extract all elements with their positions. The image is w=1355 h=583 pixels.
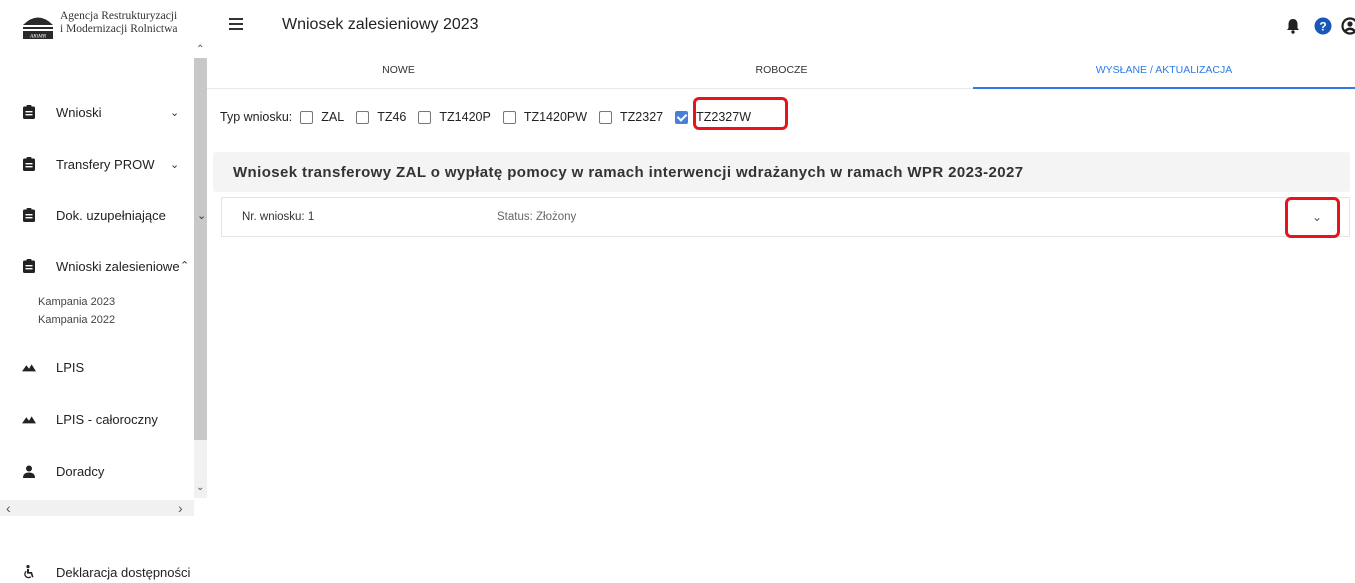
sidebar-item-label: Transfery PROW	[56, 156, 155, 172]
sidebar-item-label: Deklaracja dostępności	[56, 564, 191, 580]
sidebar-item-transfery-prow[interactable]: Transfery PROW ⌄	[22, 153, 179, 175]
terrain-icon	[22, 411, 36, 427]
tab-robocze[interactable]: ROBOCZE	[590, 52, 973, 89]
scroll-left-arrow-icon[interactable]: ‹	[6, 500, 11, 516]
checkbox-icon[interactable]	[356, 110, 370, 124]
checkbox-icon[interactable]	[502, 110, 516, 124]
application-status: Status: Złożony	[497, 211, 577, 223]
filter-checkbox-tz46[interactable]: TZ46	[356, 110, 406, 124]
sidebar-item-doradcy[interactable]: Doradcy	[22, 460, 104, 482]
sidebar-subitem-kampania-2022[interactable]: Kampania 2022	[38, 314, 115, 326]
tab-wyslane-aktualizacja[interactable]: WYSŁANE / AKTUALIZACJA	[973, 52, 1355, 89]
highlight-frame	[693, 97, 788, 130]
section-title: Wniosek transferowy ZAL o wypłatę pomocy…	[233, 164, 1024, 181]
sidebar-item-wnioski-zalesieniowe[interactable]: Wnioski zalesieniowe ⌃	[22, 255, 189, 277]
top-header: Wniosek zalesieniowy 2023 ?	[207, 0, 1355, 52]
arimr-logo-icon: ARiMR	[22, 10, 54, 40]
sidebar-item-lpis-caloroczny[interactable]: LPIS - całoroczny	[22, 408, 158, 430]
checkbox-label: TZ1420P	[439, 110, 491, 124]
checkbox-checked-icon[interactable]	[675, 110, 689, 124]
checkbox-label: TZ46	[377, 110, 407, 124]
brand-logo[interactable]: ARiMR Agencja Restrukturyzacji i Moderni…	[22, 10, 178, 40]
sidebar-item-lpis[interactable]: LPIS	[22, 356, 84, 378]
highlight-frame	[1285, 197, 1340, 238]
scroll-right-arrow-icon[interactable]: ›	[178, 500, 183, 516]
filter-checkbox-zal[interactable]: ZAL	[300, 110, 344, 124]
page-title: Wniosek zalesieniowy 2023	[282, 16, 479, 33]
sidebar-item-label: Doradcy	[56, 463, 105, 479]
checkbox-label: TZ1420PW	[523, 110, 588, 124]
app: ARiMR Agencja Restrukturyzacji i Moderni…	[0, 0, 1355, 583]
scroll-up-arrow-icon[interactable]: ⌃	[196, 44, 204, 55]
brand-name: Agencja Restrukturyzacji i Modernizacji …	[60, 10, 178, 36]
clipboard-icon	[22, 104, 36, 120]
brand-line-2: i Modernizacji Rolnictwa	[60, 23, 178, 35]
bell-icon[interactable]	[1284, 17, 1302, 35]
sidebar-scroll-thumb[interactable]	[194, 58, 207, 440]
chevron-up-icon[interactable]: ⌃	[180, 259, 189, 272]
clipboard-icon	[22, 258, 36, 274]
sidebar-item-deklaracja-dostepnosci[interactable]: Deklaracja dostępności	[22, 561, 190, 583]
checkbox-icon[interactable]	[599, 110, 613, 124]
brand-line-1: Agencja Restrukturyzacji	[60, 10, 178, 22]
sidebar: ARiMR Agencja Restrukturyzacji i Moderni…	[0, 0, 207, 583]
svg-text:?: ?	[1319, 19, 1326, 33]
clipboard-icon	[22, 207, 36, 223]
checkbox-icon[interactable]	[418, 110, 432, 124]
sidebar-item-dok-uzupelniajace[interactable]: Dok. uzupełniające ⌄	[22, 204, 206, 226]
sidebar-item-label: Wnioski zalesieniowe	[56, 258, 180, 274]
chevron-down-icon[interactable]: ⌄	[197, 209, 206, 222]
sidebar-item-label: Wnioski	[56, 104, 102, 120]
sidebar-item-wnioski[interactable]: Wnioski ⌄	[22, 101, 179, 123]
sidebar-subitem-kampania-2023[interactable]: Kampania 2023	[38, 296, 115, 308]
sidebar-horizontal-scrollbar[interactable]: ‹ ›	[0, 500, 194, 516]
filter-checkbox-tz1420pw[interactable]: TZ1420PW	[502, 110, 588, 124]
sidebar-item-label: LPIS - całoroczny	[56, 411, 158, 427]
accessibility-icon	[22, 564, 36, 580]
help-icon[interactable]: ?	[1314, 17, 1332, 35]
application-number: Nr. wniosku: 1	[242, 211, 315, 223]
person-icon	[22, 463, 36, 479]
filter-checkbox-tz2327[interactable]: TZ2327	[599, 110, 663, 124]
chevron-down-icon[interactable]: ⌄	[170, 158, 179, 171]
filter-label: Typ wniosku:	[220, 110, 293, 124]
application-row[interactable]: Nr. wniosku: 1 Status: Złożony ⌄	[221, 197, 1350, 237]
clipboard-icon	[22, 156, 36, 172]
svg-text:ARiMR: ARiMR	[29, 34, 47, 40]
checkbox-icon[interactable]	[300, 110, 314, 124]
chevron-down-icon[interactable]: ⌄	[170, 106, 179, 119]
scroll-down-arrow-icon[interactable]: ⌄	[196, 482, 204, 493]
sidebar-item-label: Dok. uzupełniające	[56, 207, 166, 223]
account-icon[interactable]	[1341, 17, 1355, 35]
tab-bar: NOWE ROBOCZE WYSŁANE / AKTUALIZACJA	[207, 52, 1355, 89]
terrain-icon	[22, 359, 36, 375]
filter-checkbox-tz1420p[interactable]: TZ1420P	[418, 110, 491, 124]
section-header: Wniosek transferowy ZAL o wypłatę pomocy…	[213, 152, 1350, 192]
checkbox-label: ZAL	[321, 110, 345, 124]
tab-nowe[interactable]: NOWE	[207, 52, 590, 89]
checkbox-label: TZ2327	[620, 110, 664, 124]
hamburger-menu-icon[interactable]	[229, 18, 243, 30]
type-filter: Typ wniosku: ZAL TZ46 TZ1420P TZ1420PW T…	[220, 107, 763, 127]
sidebar-item-label: LPIS	[56, 359, 85, 375]
